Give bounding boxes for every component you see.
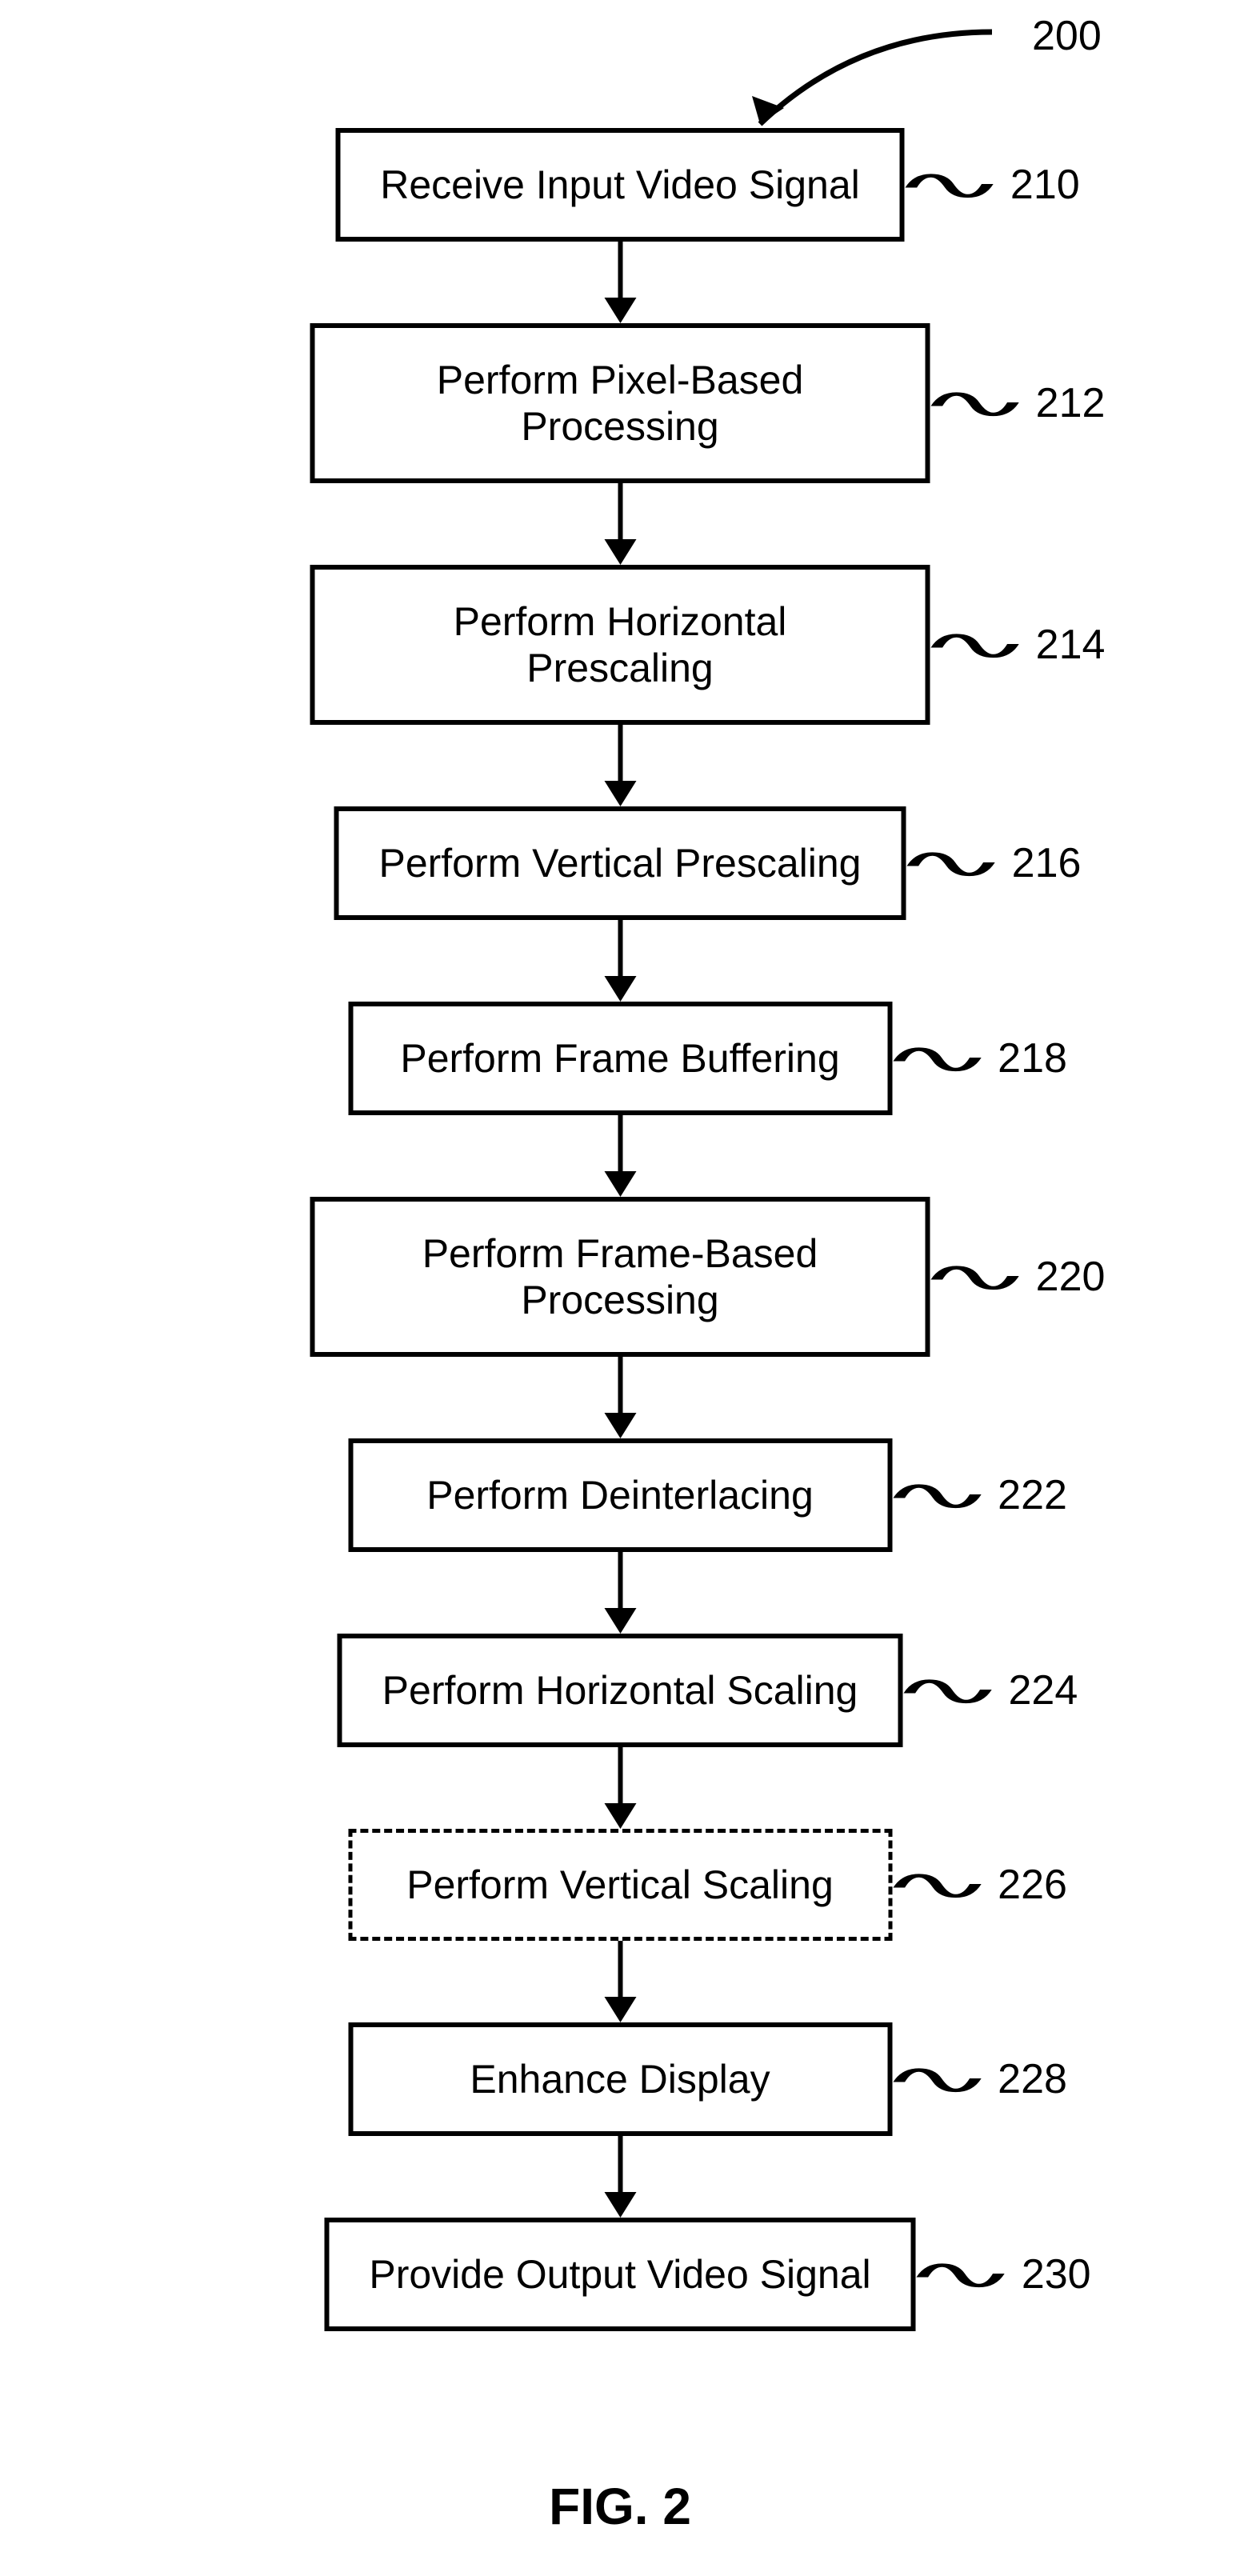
down-arrow-icon — [604, 1357, 636, 1438]
process-box: Perform Pixel-Based Processing — [310, 323, 930, 483]
flow-step: Perform Horizontal Scaling∿224 — [338, 1634, 903, 1747]
reference-annotation: ∿224 — [902, 1646, 1078, 1734]
reference-annotation: ∿210 — [905, 141, 1080, 229]
process-box: Perform Vertical Prescaling — [334, 806, 906, 920]
down-arrow-icon — [604, 242, 636, 323]
down-arrow-icon — [604, 1552, 636, 1634]
flow-step: Perform Vertical Prescaling∿216 — [334, 806, 906, 920]
flow-step: Perform Vertical Scaling∿226 — [348, 1829, 892, 1941]
reference-annotation: ∿230 — [916, 2230, 1091, 2318]
reference-number: 210 — [1010, 161, 1080, 209]
reference-annotation: ∿218 — [892, 1014, 1067, 1102]
lead-line-icon: ∿ — [889, 1669, 1006, 1713]
reference-annotation: ∿214 — [930, 601, 1106, 689]
diagram-canvas: 200 Receive Input Video Signal∿210Perfor… — [0, 0, 1240, 2576]
reference-annotation: ∿222 — [892, 1451, 1067, 1539]
flow-step: Perform Deinterlacing∿222 — [348, 1438, 892, 1552]
process-box: Perform Frame-Based Processing — [310, 1197, 930, 1357]
reference-number: 212 — [1036, 379, 1106, 427]
process-box: Perform Vertical Scaling — [348, 1829, 892, 1941]
lead-line-icon: ∿ — [890, 163, 1008, 207]
reference-number: 222 — [998, 1471, 1067, 1519]
down-arrow-icon — [604, 2136, 636, 2218]
reference-annotation: ∿212 — [930, 359, 1106, 447]
flow-step: Provide Output Video Signal∿230 — [324, 2218, 915, 2331]
lead-line-icon: ∿ — [878, 1474, 995, 1518]
reference-number: 230 — [1022, 2250, 1091, 2298]
reference-annotation: ∿226 — [892, 1841, 1067, 1929]
flow-step: Perform Frame-Based Processing∿220 — [310, 1197, 930, 1357]
process-box: Provide Output Video Signal — [324, 2218, 915, 2331]
reference-number: 228 — [998, 2055, 1067, 2103]
lead-line-icon: ∿ — [878, 1863, 995, 1907]
down-arrow-icon — [604, 725, 636, 806]
process-box: Receive Input Video Signal — [335, 128, 905, 242]
reference-number: 220 — [1036, 1253, 1106, 1301]
down-arrow-icon — [604, 1941, 636, 2022]
reference-number: 224 — [1009, 1666, 1078, 1714]
down-arrow-icon — [604, 920, 636, 1002]
lead-line-icon: ∿ — [878, 2058, 995, 2102]
reference-annotation: ∿228 — [892, 2035, 1067, 2123]
lead-line-icon: ∿ — [878, 1037, 995, 1081]
lead-line-icon: ∿ — [916, 382, 1034, 426]
process-box: Perform Horizontal Scaling — [338, 1634, 903, 1747]
reference-number: 216 — [1012, 839, 1082, 887]
flow-step: Perform Pixel-Based Processing∿212 — [310, 323, 930, 483]
flow-step: Perform Horizontal Prescaling∿214 — [310, 565, 930, 725]
down-arrow-icon — [604, 1747, 636, 1829]
process-box: Enhance Display — [348, 2022, 892, 2136]
process-box: Perform Deinterlacing — [348, 1438, 892, 1552]
reference-annotation: ∿216 — [906, 819, 1082, 907]
reference-annotation: ∿220 — [930, 1233, 1106, 1321]
figure-ref: 200 — [1032, 12, 1102, 60]
lead-line-icon: ∿ — [902, 2253, 1019, 2297]
flow-step: Enhance Display∿228 — [348, 2022, 892, 2136]
flow-step: Perform Frame Buffering∿218 — [348, 1002, 892, 1115]
reference-number: 218 — [998, 1034, 1067, 1082]
reference-number: 214 — [1036, 621, 1106, 669]
flow-step: Receive Input Video Signal∿210 — [335, 128, 905, 242]
reference-number: 226 — [998, 1861, 1067, 1909]
lead-line-icon: ∿ — [916, 623, 1034, 667]
lead-line-icon: ∿ — [892, 842, 1010, 886]
down-arrow-icon — [604, 1115, 636, 1197]
down-arrow-icon — [604, 483, 636, 565]
process-box: Perform Horizontal Prescaling — [310, 565, 930, 725]
lead-line-icon: ∿ — [916, 1255, 1034, 1299]
flowchart: Receive Input Video Signal∿210 Perform Pi… — [310, 128, 930, 2331]
figure-label: FIG. 2 — [549, 2477, 691, 2536]
process-box: Perform Frame Buffering — [348, 1002, 892, 1115]
